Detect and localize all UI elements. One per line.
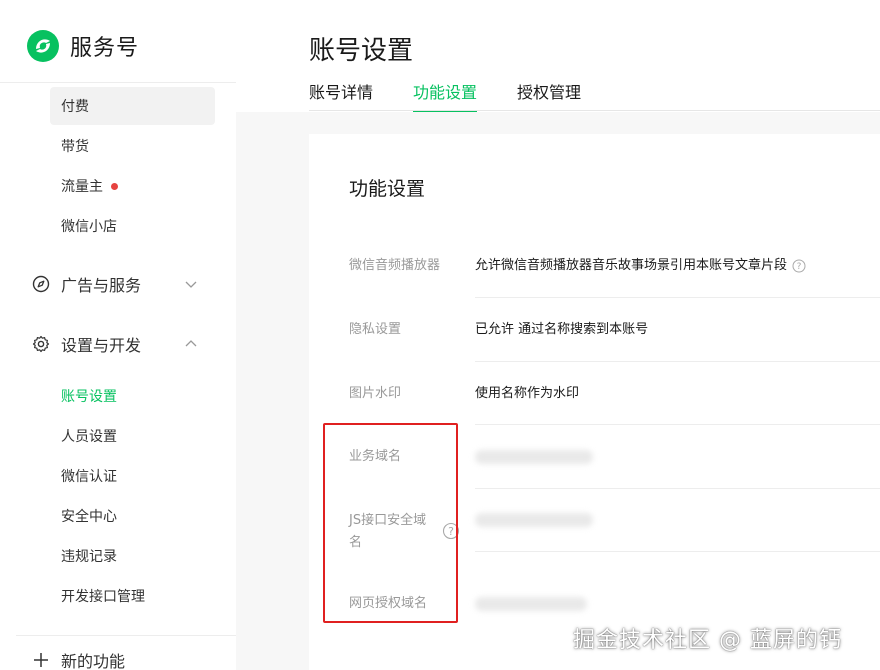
plus-icon: [34, 653, 48, 667]
sidebar-item-label: 微信认证: [61, 469, 117, 485]
page-header: 账号设置 账号详情 功能设置 授权管理: [236, 0, 880, 112]
tab-authorization-management[interactable]: 授权管理: [517, 82, 581, 112]
tab-function-settings[interactable]: 功能设置: [413, 82, 478, 112]
sidebar-group-label: 设置与开发: [61, 336, 142, 355]
sidebar-item-pay[interactable]: 付费: [50, 87, 215, 125]
row-label: 微信音频播放器: [349, 258, 441, 273]
page-title: 账号设置: [309, 36, 414, 66]
row-value-text: 使用名称作为水印: [475, 386, 580, 401]
wechat-service-logo-icon: [27, 30, 59, 62]
new-feature-label: 新的功能: [61, 652, 126, 670]
sidebar-item-account-settings[interactable]: 账号设置: [50, 377, 215, 415]
row-divider: [475, 297, 880, 298]
sidebar-item-label: 违规记录: [61, 549, 117, 565]
sidebar-item-label: 人员设置: [61, 429, 117, 445]
sidebar-group-ads-services[interactable]: 广告与服务: [32, 269, 202, 299]
blurred-value: [475, 513, 593, 527]
sidebar-item-violation-records[interactable]: 违规记录: [50, 537, 215, 575]
sidebar-item-label: 流量主: [61, 179, 103, 195]
chevron-up-icon: [185, 340, 197, 347]
notification-dot: [111, 182, 118, 190]
chevron-down-icon: [185, 281, 197, 288]
sidebar-item-staff-settings[interactable]: 人员设置: [50, 417, 215, 455]
row-divider: [475, 551, 880, 552]
sidebar-item-traffic-owner[interactable]: 流量主: [50, 167, 215, 205]
sidebar: 服务号 付费 带货 流量主 微信小店 广告与服务 设置与开发 账号设置 人员设置…: [0, 0, 236, 670]
sidebar-item-wechat-verification[interactable]: 微信认证: [50, 457, 215, 495]
help-icon[interactable]: ?: [792, 259, 806, 273]
row-label: 隐私设置: [349, 322, 402, 337]
tab-divider: [309, 110, 880, 111]
new-feature-button[interactable]: 新的功能: [32, 648, 125, 670]
blurred-value: [475, 597, 587, 611]
sidebar-item-label: 安全中心: [61, 509, 117, 525]
sidebar-item-security-center[interactable]: 安全中心: [50, 497, 215, 535]
sidebar-group-settings-dev[interactable]: 设置与开发: [32, 329, 202, 359]
sidebar-item-label: 开发接口管理: [61, 589, 145, 605]
sidebar-item-label: 带货: [61, 139, 89, 155]
row-divider: [475, 424, 880, 425]
sidebar-item-label: 微信小店: [61, 219, 117, 235]
gear-icon: [32, 335, 50, 353]
brand[interactable]: 服务号: [26, 28, 139, 64]
row-divider: [475, 361, 880, 362]
sidebar-item-label: 付费: [61, 99, 89, 115]
row-value-text: 已允许 通过名称搜索到本账号: [475, 322, 649, 337]
sidebar-divider: [0, 82, 236, 83]
sidebar-group-label: 广告与服务: [61, 276, 142, 295]
sidebar-divider: [16, 635, 236, 636]
settings-row-privacy: 隐私设置 已允许 通过名称搜索到本账号: [349, 319, 880, 383]
settings-row-audio-player: 微信音频播放器 允许微信音频播放器音乐故事场景引用本账号文章片段 ?: [349, 255, 880, 319]
row-divider: [475, 488, 880, 489]
tab-bar: 账号详情 功能设置 授权管理: [309, 82, 621, 112]
sidebar-item-wechat-store[interactable]: 微信小店: [50, 207, 215, 245]
sidebar-item-label: 账号设置: [61, 389, 117, 405]
sidebar-item-dev-interface[interactable]: 开发接口管理: [50, 577, 215, 615]
row-value[interactable]: 使用名称作为水印: [475, 383, 579, 405]
svg-text:?: ?: [797, 262, 802, 272]
row-label: 图片水印: [349, 386, 402, 401]
highlight-box: [323, 423, 458, 623]
tab-account-details[interactable]: 账号详情: [309, 82, 373, 112]
watermark-text: 掘金技术社区 @ 蓝屏的钙: [573, 628, 842, 653]
card-title: 功能设置: [349, 178, 426, 200]
row-value-text: 允许微信音频播放器音乐故事场景引用本账号文章片段: [475, 258, 788, 273]
compass-icon: [32, 275, 50, 293]
row-value[interactable]: 允许微信音频播放器音乐故事场景引用本账号文章片段 ?: [475, 255, 806, 277]
sidebar-item-goods[interactable]: 带货: [50, 127, 215, 165]
row-value[interactable]: 已允许 通过名称搜索到本账号: [475, 319, 648, 341]
brand-name: 服务号: [70, 36, 140, 61]
blurred-value: [475, 450, 593, 464]
